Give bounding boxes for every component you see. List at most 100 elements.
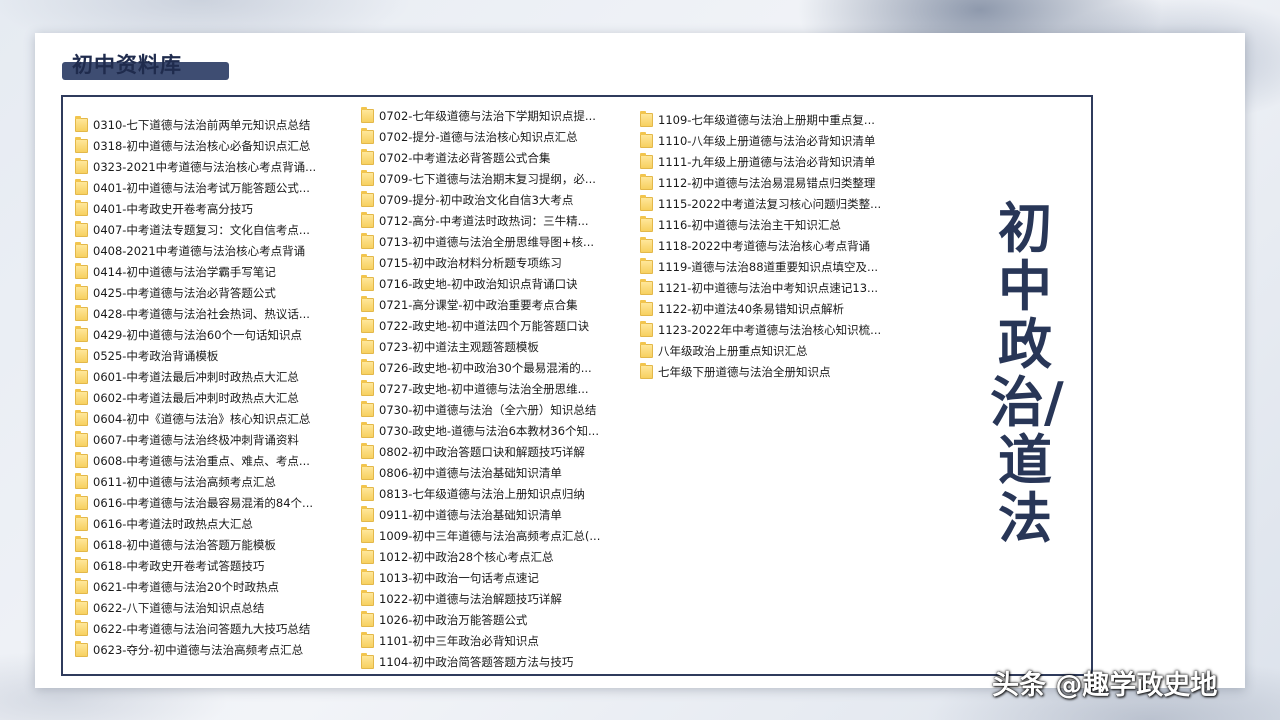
folder-item[interactable]: 1116-初中道德与法治主干知识汇总 xyxy=(640,214,920,235)
folder-icon xyxy=(361,148,374,165)
folder-item[interactable]: 0407-中考道法专题复习：文化自信考点... xyxy=(75,219,355,240)
folder-item[interactable]: 1111-九年级上册道德与法治必背知识清单 xyxy=(640,151,920,172)
folder-label: 0622-中考道德与法治问答题九大技巧总结 xyxy=(93,621,311,636)
folder-item[interactable]: 0318-初中道德与法治核心必备知识点汇总 xyxy=(75,135,355,156)
folder-icon xyxy=(75,430,88,447)
folder-item[interactable]: 1119-道德与法治88道重要知识点填空及... xyxy=(640,256,920,277)
folder-item[interactable]: 0722-政史地-初中道法四个万能答题口诀 xyxy=(361,315,641,336)
folder-item[interactable]: 0723-初中道法主观题答题模板 xyxy=(361,336,641,357)
folder-icon xyxy=(75,388,88,405)
folder-item[interactable]: 1123-2022年中考道德与法治核心知识梳... xyxy=(640,319,920,340)
folder-item[interactable]: 1101-初中三年政治必背知识点 xyxy=(361,630,641,651)
folder-label: 0723-初中道法主观题答题模板 xyxy=(379,339,539,354)
folder-icon xyxy=(361,274,374,291)
folder-item[interactable]: 0414-初中道德与法治学霸手写笔记 xyxy=(75,261,355,282)
folder-item[interactable]: 0401-中考政史开卷考高分技巧 xyxy=(75,198,355,219)
folder-label: 1101-初中三年政治必背知识点 xyxy=(379,633,539,648)
folder-item[interactable]: 七年级下册道德与法治全册知识点 xyxy=(640,361,920,382)
folder-item[interactable]: 1026-初中政治万能答题公式 xyxy=(361,609,641,630)
folder-item[interactable]: 0408-2021中考道德与法治核心考点背诵 xyxy=(75,240,355,261)
folder-item[interactable]: 0726-政史地-初中政治30个最易混淆的... xyxy=(361,357,641,378)
folder-item[interactable]: 1013-初中政治一句话考点速记 xyxy=(361,567,641,588)
folder-item[interactable]: 0602-中考道法最后冲刺时政热点大汇总 xyxy=(75,387,355,408)
folder-icon xyxy=(75,514,88,531)
folder-item[interactable]: 0607-中考道德与法治终极冲刺背诵资料 xyxy=(75,429,355,450)
folder-label: 1116-初中道德与法治主干知识汇总 xyxy=(658,217,841,232)
folder-item[interactable]: 1121-初中道德与法治中考知识点速记13... xyxy=(640,277,920,298)
folder-item[interactable]: 0623-夺分-初中道德与法治高频考点汇总 xyxy=(75,639,355,660)
folder-item[interactable]: 0618-中考政史开卷考试答题技巧 xyxy=(75,555,355,576)
folder-item[interactable]: 0702-中考道法必背答题公式合集 xyxy=(361,147,641,168)
folder-item[interactable]: 0525-中考政治背诵模板 xyxy=(75,345,355,366)
folder-item[interactable]: 1109-七年级道德与法治上册期中重点复... xyxy=(640,109,920,130)
folder-label: 0802-初中政治答题口诀和解题技巧详解 xyxy=(379,444,585,459)
folder-icon xyxy=(361,400,374,417)
folder-item[interactable]: 0616-中考道德与法治最容易混淆的84个... xyxy=(75,492,355,513)
folder-item[interactable]: 0425-中考道德与法治必背答题公式 xyxy=(75,282,355,303)
folder-item[interactable]: 1110-八年级上册道德与法治必背知识清单 xyxy=(640,130,920,151)
folder-item[interactable]: 0813-七年级道德与法治上册知识点归纳 xyxy=(361,483,641,504)
folder-label: 1013-初中政治一句话考点速记 xyxy=(379,570,539,585)
folder-item[interactable]: 0622-中考道德与法治问答题九大技巧总结 xyxy=(75,618,355,639)
folder-icon xyxy=(75,304,88,321)
folder-item[interactable]: 0727-政史地-初中道德与法治全册思维... xyxy=(361,378,641,399)
folder-column-3: 1109-七年级道德与法治上册期中重点复... 1110-八年级上册道德与法治必背… xyxy=(640,109,920,382)
folder-label: 0401-初中道德与法治考试万能答题公式... xyxy=(93,180,310,195)
folder-item[interactable]: 1012-初中政治28个核心考点汇总 xyxy=(361,546,641,567)
folder-item[interactable]: 0730-政史地-道德与法治6本教材36个知... xyxy=(361,420,641,441)
folder-label: 0414-初中道德与法治学霸手写笔记 xyxy=(93,264,276,279)
folder-item[interactable]: 0608-中考道德与法治重点、难点、考点... xyxy=(75,450,355,471)
folder-item[interactable]: 0401-初中道德与法治考试万能答题公式... xyxy=(75,177,355,198)
folder-column-2: 0702-七年级道德与法治下学期知识点提... 0702-提分-道德与法治核心知识… xyxy=(361,105,641,672)
folder-item[interactable]: 0702-提分-道德与法治核心知识点汇总 xyxy=(361,126,641,147)
folder-item[interactable]: 0730-初中道德与法治（全六册）知识总结 xyxy=(361,399,641,420)
folder-icon xyxy=(640,194,653,211)
folder-item[interactable]: 0622-八下道德与法治知识点总结 xyxy=(75,597,355,618)
folder-icon xyxy=(75,346,88,363)
folder-item[interactable]: 0616-中考道法时政热点大汇总 xyxy=(75,513,355,534)
folder-item[interactable]: 0323-2021中考道德与法治核心考点背诵... xyxy=(75,156,355,177)
folder-label: 0608-中考道德与法治重点、难点、考点... xyxy=(93,453,310,468)
folder-label: 0323-2021中考道德与法治核心考点背诵... xyxy=(93,159,317,174)
folder-item[interactable]: 0310-七下道德与法治前两单元知识点总结 xyxy=(75,114,355,135)
folder-item[interactable]: 0715-初中政治材料分析题专项练习 xyxy=(361,252,641,273)
folder-label: 0604-初中《道德与法治》核心知识点汇总 xyxy=(93,411,311,426)
folder-label: 七年级下册道德与法治全册知识点 xyxy=(658,364,831,379)
folder-item[interactable]: 0709-七下道德与法治期末复习提纲，必... xyxy=(361,168,641,189)
folder-icon xyxy=(75,199,88,216)
folder-item[interactable]: 0712-高分-中考道法时政热词：三牛精... xyxy=(361,210,641,231)
folder-item[interactable]: 0721-高分课堂-初中政治重要考点合集 xyxy=(361,294,641,315)
folder-item[interactable]: 1022-初中道德与法治解题技巧详解 xyxy=(361,588,641,609)
folder-item[interactable]: 0716-政史地-初中政治知识点背诵口诀 xyxy=(361,273,641,294)
folder-item[interactable]: 0601-中考道法最后冲刺时政热点大汇总 xyxy=(75,366,355,387)
folder-icon xyxy=(361,190,374,207)
folder-item[interactable]: 1122-初中道法40条易错知识点解析 xyxy=(640,298,920,319)
folder-icon xyxy=(640,236,653,253)
folder-item[interactable]: 0618-初中道德与法治答题万能模板 xyxy=(75,534,355,555)
folder-icon xyxy=(361,631,374,648)
folder-icon xyxy=(361,358,374,375)
folder-item[interactable]: 1118-2022中考道德与法治核心考点背诵 xyxy=(640,235,920,256)
folder-label: 0318-初中道德与法治核心必备知识点汇总 xyxy=(93,138,311,153)
folder-item[interactable]: 0604-初中《道德与法治》核心知识点汇总 xyxy=(75,408,355,429)
folder-item[interactable]: 1104-初中政治简答题答题方法与技巧 xyxy=(361,651,641,672)
folder-item[interactable]: 0802-初中政治答题口诀和解题技巧详解 xyxy=(361,441,641,462)
folder-label: 0721-高分课堂-初中政治重要考点合集 xyxy=(379,297,578,312)
folder-icon xyxy=(75,535,88,552)
folder-item[interactable]: 0611-初中道德与法治高频考点汇总 xyxy=(75,471,355,492)
folder-item[interactable]: 八年级政治上册重点知识汇总 xyxy=(640,340,920,361)
folder-item[interactable]: 0911-初中道德与法治基础知识清单 xyxy=(361,504,641,525)
folder-item[interactable]: 0806-初中道德与法治基础知识清单 xyxy=(361,462,641,483)
folder-column-1: 0310-七下道德与法治前两单元知识点总结 0318-初中道德与法治核心必备知识点… xyxy=(75,114,355,660)
folder-item[interactable]: 0428-中考道德与法治社会热词、热议话... xyxy=(75,303,355,324)
folder-item[interactable]: 0621-中考道德与法治20个时政热点 xyxy=(75,576,355,597)
folder-item[interactable]: 1115-2022中考道法复习核心问题归类整... xyxy=(640,193,920,214)
folder-item[interactable]: 0702-七年级道德与法治下学期知识点提... xyxy=(361,105,641,126)
folder-label: 0611-初中道德与法治高频考点汇总 xyxy=(93,474,276,489)
folder-item[interactable]: 1112-初中道德与法治易混易错点归类整理 xyxy=(640,172,920,193)
folder-item[interactable]: 0713-初中道德与法治全册思维导图+核... xyxy=(361,231,641,252)
folder-icon xyxy=(75,577,88,594)
folder-item[interactable]: 0429-初中道德与法治60个一句话知识点 xyxy=(75,324,355,345)
folder-item[interactable]: 1009-初中三年道德与法治高频考点汇总(... xyxy=(361,525,641,546)
folder-item[interactable]: 0709-提分-初中政治文化自信3大考点 xyxy=(361,189,641,210)
